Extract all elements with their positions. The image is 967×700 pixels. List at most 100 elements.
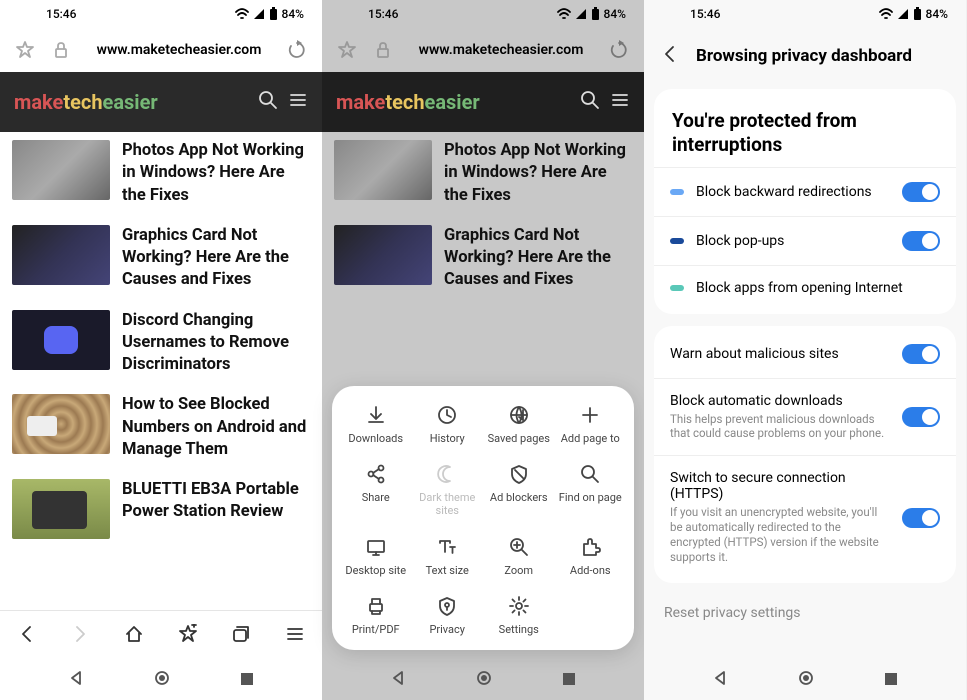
site-logo[interactable]: maketecheasier: [14, 90, 158, 114]
search-icon[interactable]: [258, 90, 278, 114]
signal-icon: [253, 8, 265, 20]
site-logo[interactable]: maketecheasier: [336, 90, 480, 114]
menu-label: Share: [362, 491, 390, 504]
battery-icon: [913, 7, 922, 21]
menu-label: Ad blockers: [490, 491, 548, 504]
url-bar: www.maketecheasier.com: [322, 28, 644, 72]
reload-icon[interactable]: [286, 39, 308, 61]
sys-back-icon[interactable]: [712, 670, 728, 690]
section-heading: You're protected from interruptions: [654, 93, 956, 167]
menu-add-ons[interactable]: Add-ons: [557, 536, 625, 577]
star-icon[interactable]: [336, 39, 358, 61]
menu-share[interactable]: Share: [342, 463, 410, 517]
menu-saved-pages[interactable]: Saved pages: [485, 404, 553, 445]
browser-toolbar: [0, 610, 322, 660]
lock-icon[interactable]: [372, 39, 394, 61]
system-nav: [644, 660, 966, 700]
article-list: Photos App Not Working in Windows? Here …: [0, 132, 322, 610]
list-item: Photos App Not Working in Windows? Here …: [334, 140, 632, 207]
list-item[interactable]: How to See Blocked Numbers on Android an…: [12, 394, 310, 461]
home-icon[interactable]: [124, 624, 144, 648]
menu-icon[interactable]: [285, 624, 305, 648]
menu-find-on-page[interactable]: Find on page: [557, 463, 625, 517]
wifi-icon: [235, 8, 249, 20]
status-icons: 84%: [235, 7, 304, 21]
article-title: BLUETTI EB3A Portable Power Station Revi…: [122, 479, 310, 524]
reload-icon[interactable]: [608, 39, 630, 61]
color-pill: [670, 238, 684, 244]
menu-history[interactable]: History: [414, 404, 482, 445]
star-icon[interactable]: [14, 39, 36, 61]
sys-recents-icon[interactable]: [562, 671, 576, 690]
list-item[interactable]: Photos App Not Working in Windows? Here …: [12, 140, 310, 207]
menu-text-size[interactable]: Text size: [414, 536, 482, 577]
setting-row-auto-downloads[interactable]: Block automatic downloads This helps pre…: [654, 378, 956, 456]
bookmarks-icon[interactable]: [178, 624, 198, 648]
setting-row-backward-redirections[interactable]: Block backward redirections: [654, 167, 956, 216]
article-title: How to See Blocked Numbers on Android an…: [122, 394, 310, 461]
setting-description: This helps prevent malicious downloads t…: [670, 412, 890, 442]
menu-sheet: Downloads History Saved pages Add page t…: [332, 386, 634, 650]
sys-home-icon[interactable]: [476, 670, 492, 690]
menu-zoom[interactable]: Zoom: [485, 536, 553, 577]
hamburger-icon[interactable]: [288, 90, 308, 114]
sys-back-icon[interactable]: [390, 670, 406, 690]
search-icon[interactable]: [580, 90, 600, 114]
forward-icon[interactable]: [70, 624, 90, 648]
tabs-icon[interactable]: [231, 624, 251, 648]
menu-settings[interactable]: Settings: [485, 595, 553, 636]
menu-label: Find on page: [559, 491, 622, 504]
menu-label: Add-ons: [570, 564, 611, 577]
setting-row-popups[interactable]: Block pop-ups: [654, 216, 956, 265]
toggle-on-icon[interactable]: [902, 344, 940, 364]
sys-home-icon[interactable]: [798, 670, 814, 690]
site-header: maketecheasier: [322, 72, 644, 132]
status-time: 15:46: [690, 7, 720, 21]
menu-add-page[interactable]: Add page to: [557, 404, 625, 445]
menu-ad-blockers[interactable]: Ad blockers: [485, 463, 553, 517]
article-thumb: [12, 310, 110, 370]
lock-icon[interactable]: [50, 39, 72, 61]
battery-pct: 84%: [282, 7, 304, 21]
sys-back-icon[interactable]: [68, 670, 84, 690]
menu-label: Dark theme sites: [414, 491, 482, 517]
url-bar: www.maketecheasier.com: [0, 28, 322, 72]
list-item[interactable]: Discord Changing Usernames to Remove Dis…: [12, 310, 310, 377]
menu-downloads[interactable]: Downloads: [342, 404, 410, 445]
setting-description: If you visit an unencrypted website, you…: [670, 505, 890, 565]
menu-desktop-site[interactable]: Desktop site: [342, 536, 410, 577]
status-bar: 15:46 84%: [0, 0, 322, 28]
back-icon[interactable]: [17, 624, 37, 648]
sys-recents-icon[interactable]: [884, 671, 898, 690]
toggle-on-icon[interactable]: [902, 508, 940, 528]
screen-privacy-settings: 15:46 84% Browsing privacy dashboard You…: [644, 0, 966, 700]
toggle-on-icon[interactable]: [902, 407, 940, 427]
setting-row-block-apps[interactable]: Block apps from opening Internet: [654, 265, 956, 310]
menu-privacy[interactable]: Privacy: [414, 595, 482, 636]
sys-home-icon[interactable]: [154, 670, 170, 690]
setting-row-malicious[interactable]: Warn about malicious sites: [654, 330, 956, 378]
list-item[interactable]: Graphics Card Not Working? Here Are the …: [12, 225, 310, 292]
toggle-on-icon[interactable]: [902, 182, 940, 202]
article-title: Photos App Not Working in Windows? Here …: [122, 140, 310, 207]
article-title: Graphics Card Not Working? Here Are the …: [444, 225, 632, 292]
article-thumb: [334, 225, 432, 285]
sys-recents-icon[interactable]: [240, 671, 254, 690]
menu-print-pdf[interactable]: Print/PDF: [342, 595, 410, 636]
list-item[interactable]: BLUETTI EB3A Portable Power Station Revi…: [12, 479, 310, 539]
setting-row-https[interactable]: Switch to secure connection (HTTPS) If y…: [654, 455, 956, 579]
signal-icon: [897, 8, 909, 20]
back-icon[interactable]: [660, 44, 680, 68]
menu-label: Zoom: [504, 564, 533, 577]
article-thumb: [12, 140, 110, 200]
menu-label: Settings: [499, 623, 539, 636]
url-text[interactable]: www.maketecheasier.com: [408, 42, 594, 58]
article-title: Photos App Not Working in Windows? Here …: [444, 140, 632, 207]
status-bar: 15:46 84%: [644, 0, 966, 28]
toggle-on-icon[interactable]: [902, 231, 940, 251]
hamburger-icon[interactable]: [610, 90, 630, 114]
system-nav: [322, 660, 644, 700]
reset-privacy-button[interactable]: Reset privacy settings: [644, 589, 966, 637]
url-text[interactable]: www.maketecheasier.com: [86, 42, 272, 58]
menu-label: Print/PDF: [352, 623, 400, 636]
